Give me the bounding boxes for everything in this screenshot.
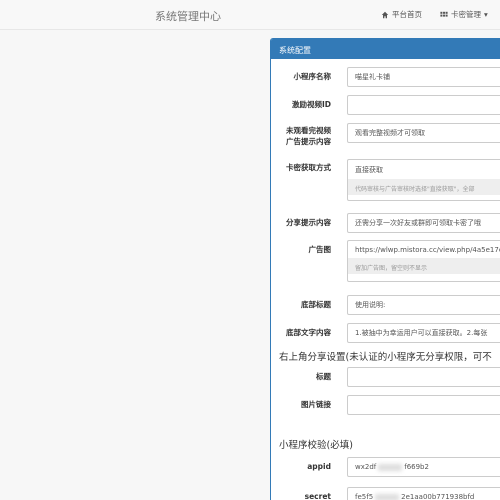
share-image-link-input[interactable] <box>347 395 500 415</box>
system-config-panel: 系统配置 小程序名称 喵星礼卡铺 激励视频ID 未观看完视频 广告提示内容 观看… <box>270 38 500 500</box>
card-method-value: 直接获取 <box>355 166 383 174</box>
video-id-input[interactable] <box>347 95 500 115</box>
share-image-link-label: 图片链接 <box>301 400 331 409</box>
bottom-text-label: 底部文字内容 <box>286 328 331 337</box>
bottom-text-input[interactable]: 1.被抽中为幸运用户可以直接获取。2.每张 <box>347 323 500 343</box>
secret-label: secret <box>304 492 331 500</box>
chevron-down-icon: ▾ <box>484 10 488 19</box>
unfinished-label-line2: 广告提示内容 <box>286 137 331 146</box>
nav-card-label: 卡密管理 <box>451 10 481 19</box>
share-tip-input[interactable]: 还需分享一次好友或群即可领取卡密了哦 <box>347 213 500 233</box>
secret-input[interactable]: fe5f5 2e1aa00b771938bfd <box>347 487 500 500</box>
share-tip-label: 分享提示内容 <box>286 218 331 227</box>
redacted-mask <box>378 463 403 471</box>
video-id-label: 激励视频ID <box>291 100 331 109</box>
card-method-label: 卡密获取方式 <box>286 163 331 172</box>
secret-suffix: 2e1aa00b771938bfd <box>401 493 475 500</box>
grid-icon <box>440 11 448 17</box>
bottom-title-label: 底部标题 <box>301 300 331 309</box>
share-title-label: 标题 <box>316 372 331 381</box>
card-method-hint: 代码审核与广告审核时选择"直接获取"，全部 <box>348 179 500 195</box>
appid-suffix: f669b2 <box>404 463 429 471</box>
appid-input[interactable]: wx2df f669b2 <box>347 457 500 477</box>
ad-image-label: 广告图 <box>308 245 332 254</box>
ad-image-input[interactable]: https://wlwp.mistora.cc/view.php/4a5e17o… <box>347 240 500 282</box>
app-name-label: 小程序名称 <box>293 72 332 81</box>
share-title-input[interactable] <box>347 367 500 387</box>
nav-card-menu[interactable]: 卡密管理 ▾ <box>440 9 488 20</box>
app-name-input[interactable]: 喵星礼卡铺 <box>347 67 500 87</box>
secret-prefix: fe5f5 <box>355 493 374 500</box>
verify-section-title: 小程序校验(必填) <box>279 440 353 451</box>
share-settings-title: 右上角分享设置(未认证的小程序无分享权限，可不 <box>279 352 492 363</box>
home-icon <box>381 11 389 18</box>
nav-home-label: 平台首页 <box>392 10 422 19</box>
panel-title: 系统配置 <box>271 39 500 59</box>
brand-title[interactable]: 系统管理中心 <box>155 8 221 24</box>
top-navbar: 系统管理中心 平台首页 卡密管理 ▾ <box>0 0 500 30</box>
card-method-select[interactable]: 直接获取 代码审核与广告审核时选择"直接获取"，全部 <box>347 159 500 201</box>
ad-image-value: https://wlwp.mistora.cc/view.php/4a5e17o… <box>355 246 500 254</box>
appid-prefix: wx2df <box>355 463 377 471</box>
unfinished-label-line1: 未观看完视频 <box>286 126 331 135</box>
redacted-mask <box>375 493 400 500</box>
ad-image-hint: 留加广告图，留空则不显示 <box>348 258 500 274</box>
bottom-title-input[interactable]: 使用说明: <box>347 295 500 315</box>
unfinished-tip-input[interactable]: 观看完整视频才可领取 <box>347 123 500 143</box>
nav-home-link[interactable]: 平台首页 <box>381 9 422 20</box>
appid-label: appid <box>307 462 331 471</box>
